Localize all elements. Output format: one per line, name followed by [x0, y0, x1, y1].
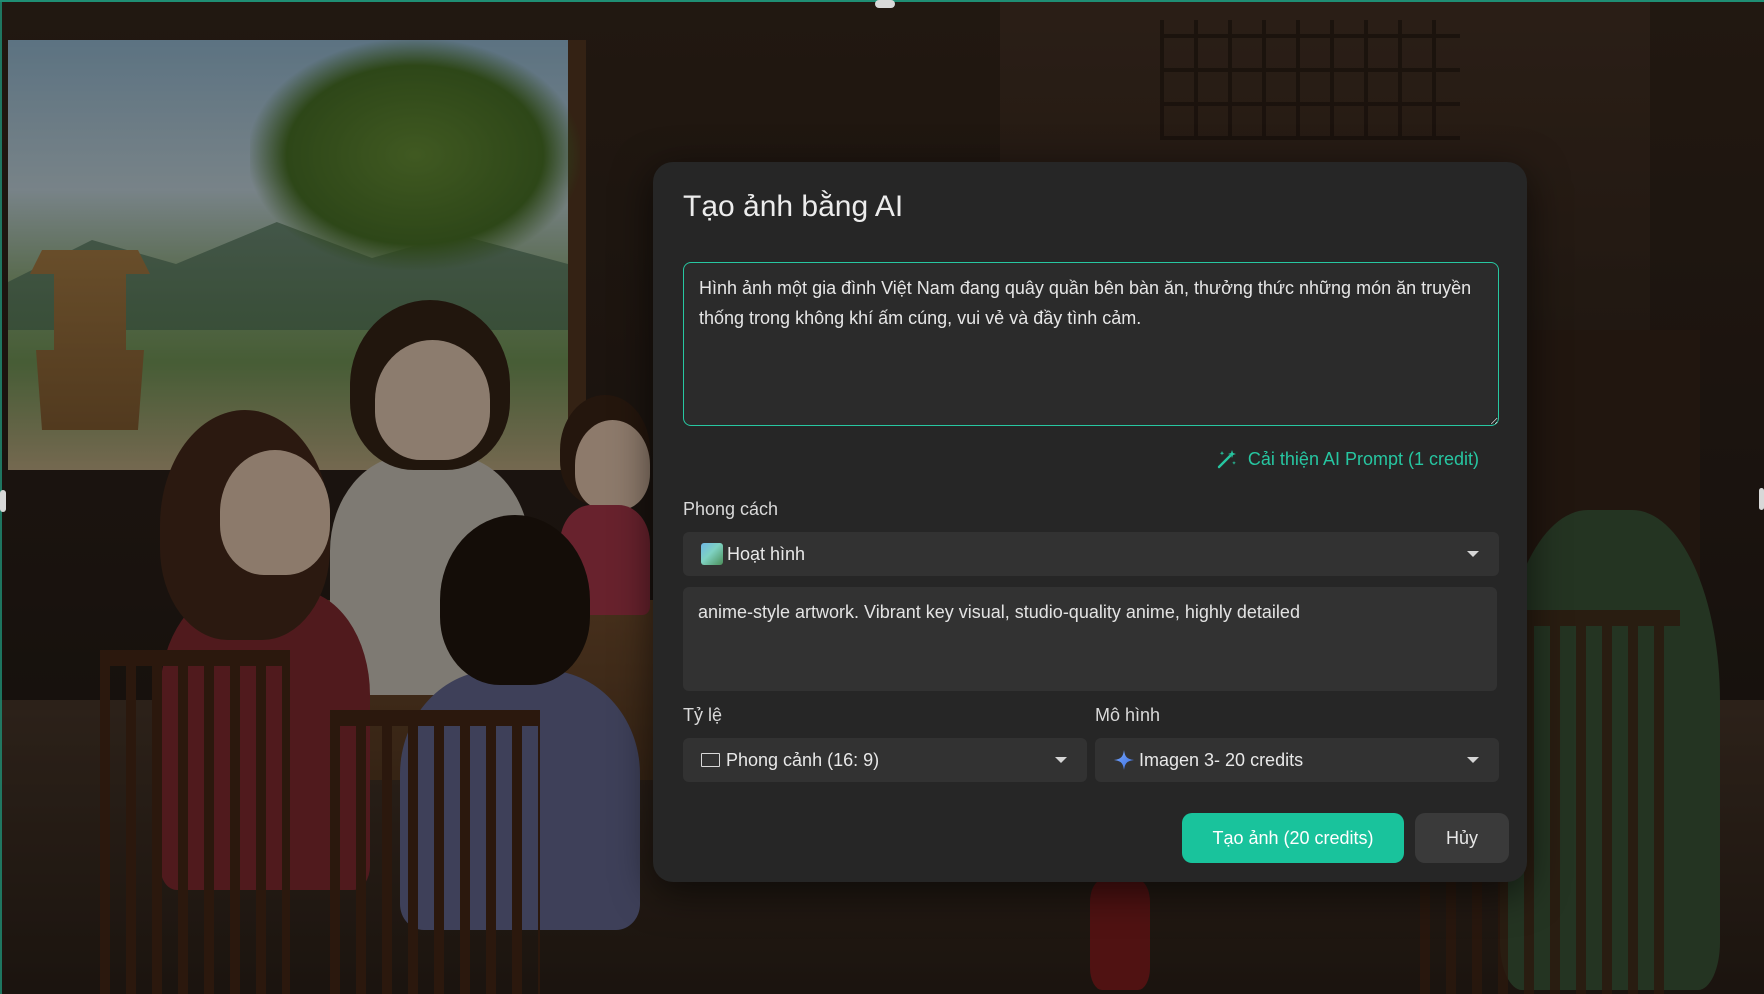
improve-prompt-button[interactable]: Cải thiện AI Prompt (1 credit) [1216, 448, 1479, 470]
landscape-frame-icon [701, 753, 720, 767]
model-select[interactable]: Imagen 3- 20 credits [1095, 738, 1499, 782]
dialog-title: Tạo ảnh bằng AI [683, 190, 904, 223]
style-thumbnail-icon [701, 543, 723, 565]
cancel-button[interactable]: Hủy [1415, 813, 1509, 863]
model-selected-value: Imagen 3- 20 credits [1139, 749, 1304, 770]
style-label: Phong cách [683, 499, 779, 519]
resize-handle-right[interactable] [1759, 488, 1764, 510]
style-selected-value: Hoạt hình [727, 543, 806, 564]
chevron-down-icon [1055, 757, 1067, 763]
ratio-select[interactable]: Phong cảnh (16: 9) [683, 738, 1087, 782]
resize-handle-top[interactable] [875, 0, 895, 8]
ai-image-dialog: Tạo ảnh bằng AI Cải thiện AI Prompt (1 c… [653, 162, 1527, 882]
ratio-label: Tỷ lệ [683, 705, 723, 725]
screen: Tạo ảnh bằng AI Cải thiện AI Prompt (1 c… [0, 0, 1764, 994]
prompt-input[interactable] [683, 262, 1499, 426]
ratio-selected-value: Phong cảnh (16: 9) [726, 749, 880, 770]
resize-handle-left[interactable] [0, 490, 6, 512]
create-image-button[interactable]: Tạo ảnh (20 credits) [1182, 813, 1404, 863]
style-select[interactable]: Hoạt hình [683, 532, 1499, 576]
sparkle-icon [1113, 749, 1135, 771]
improve-prompt-label: Cải thiện AI Prompt (1 credit) [1247, 448, 1479, 469]
chevron-down-icon [1467, 551, 1479, 557]
model-label: Mô hình [1095, 705, 1161, 725]
chevron-down-icon [1467, 757, 1479, 763]
magic-wand-icon [1216, 448, 1238, 470]
style-description-field[interactable]: anime-style artwork. Vibrant key visual,… [683, 587, 1497, 691]
